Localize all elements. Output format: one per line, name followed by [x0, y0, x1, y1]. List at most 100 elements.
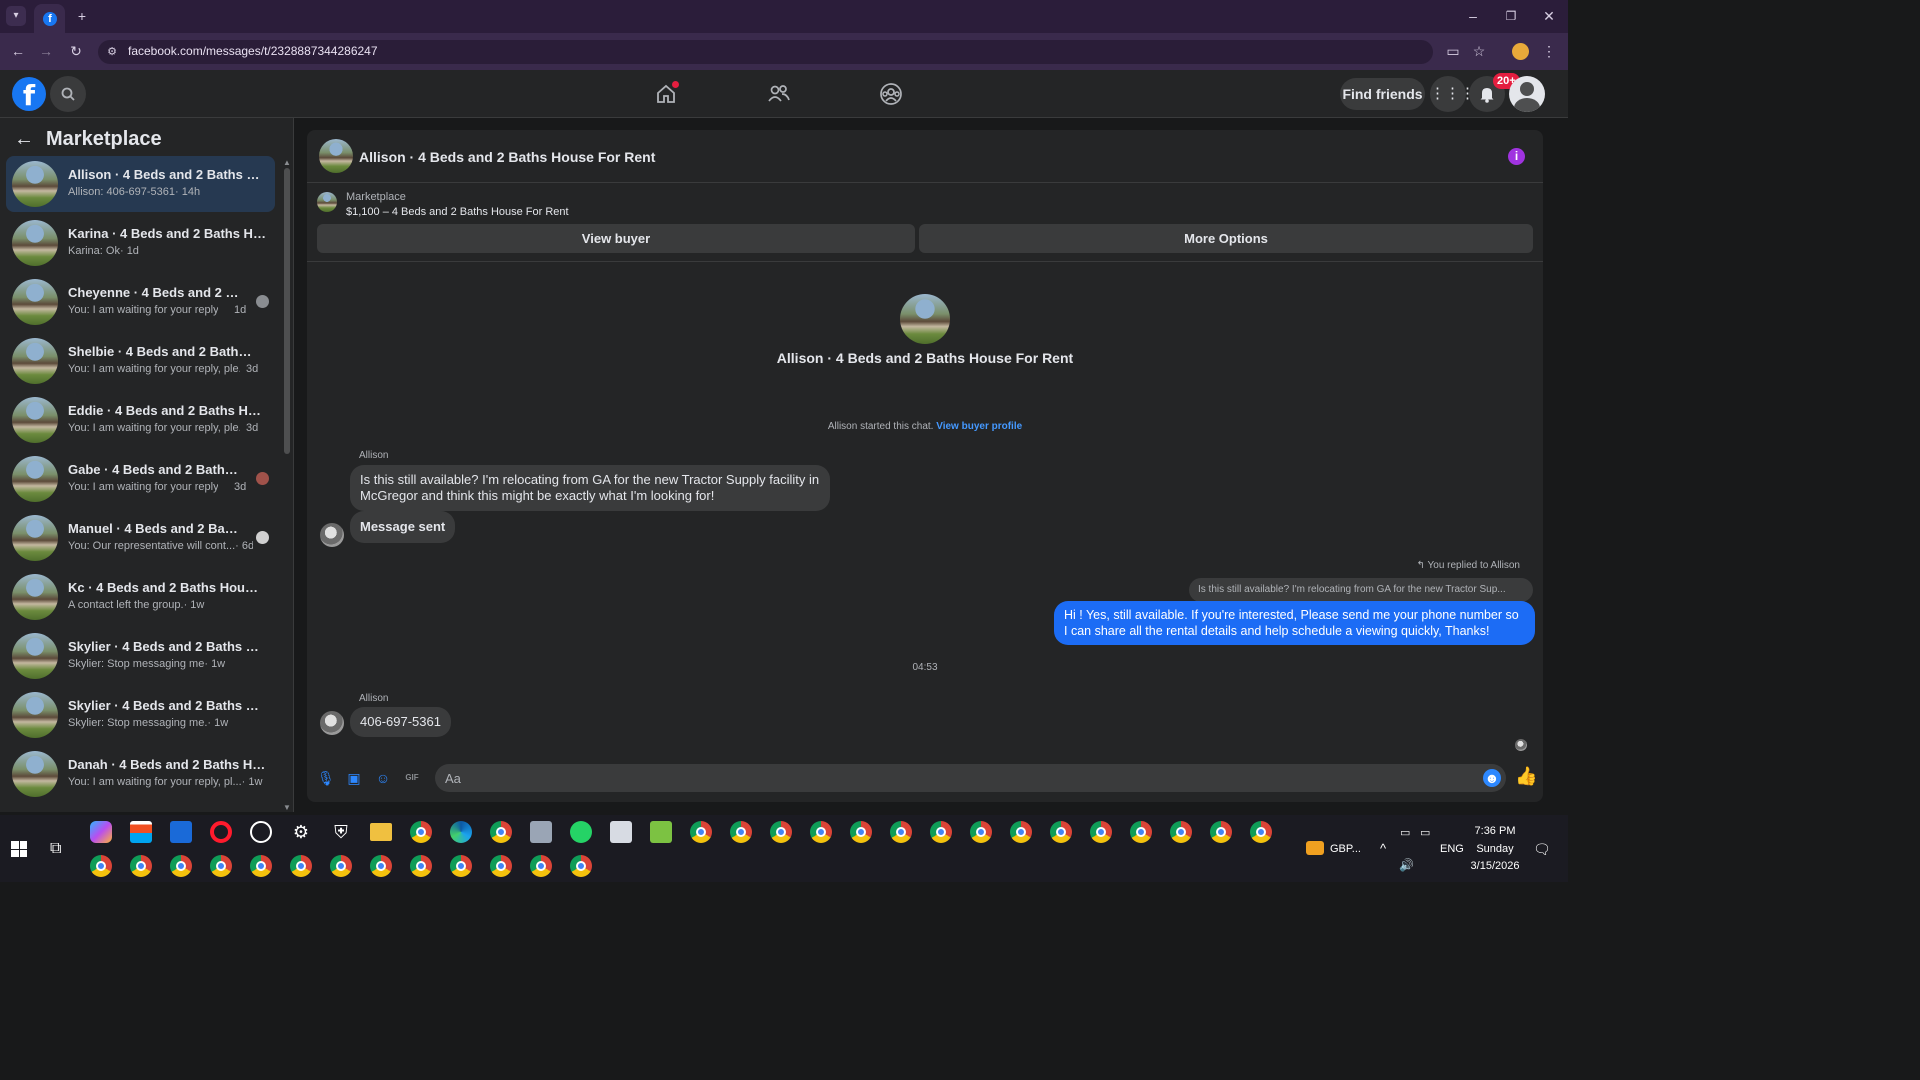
edge-icon[interactable]: [450, 821, 472, 843]
conversation-item-manuel[interactable]: Manuel · 4 Beds and 2 Baths House For Re…: [6, 510, 275, 566]
minimize-icon[interactable]: –: [1466, 9, 1480, 23]
conversation-item-kc[interactable]: Kc · 4 Beds and 2 Baths House For Rent A…: [6, 569, 275, 625]
notification-center-icon[interactable]: 🗨: [1533, 841, 1551, 858]
conversation-item-skylier-2[interactable]: Skylier · 4 Beds and 2 Baths House For R…: [6, 687, 275, 743]
outgoing-message[interactable]: Hi ! Yes, still available. If you're int…: [1054, 601, 1535, 645]
clock-date[interactable]: 3/15/2026: [1466, 860, 1524, 872]
chrome-profile-icon[interactable]: [290, 855, 312, 877]
opera-icon[interactable]: [210, 821, 232, 843]
settings-gear-icon[interactable]: ⚙: [290, 821, 312, 843]
sticker-icon[interactable]: ☺: [375, 770, 391, 786]
chrome-profile-icon[interactable]: [850, 821, 872, 843]
conversation-item-danah[interactable]: Danah · 4 Beds and 2 Baths House For Ren…: [6, 746, 275, 802]
chrome-profile-icon[interactable]: [530, 855, 552, 877]
message-input[interactable]: [435, 764, 1506, 792]
gif-icon[interactable]: GIF: [404, 770, 420, 786]
sender-avatar[interactable]: [320, 711, 344, 735]
find-friends-button[interactable]: Find friends: [1340, 78, 1425, 110]
chrome-profile-icon[interactable]: [1210, 821, 1232, 843]
incoming-message[interactable]: Message sent: [350, 511, 456, 543]
chrome-icon[interactable]: [410, 821, 432, 843]
chrome-profile-icon[interactable]: [1130, 821, 1152, 843]
conversation-item-allison[interactable]: Allison · 4 Beds and 2 Baths House For R…: [6, 156, 275, 212]
chatgpt-icon[interactable]: [250, 821, 272, 843]
show-hidden-icons[interactable]: ^: [1380, 841, 1386, 856]
store-icon[interactable]: [130, 821, 152, 843]
install-app-icon[interactable]: ▭: [1446, 44, 1460, 58]
chrome-profile-icon[interactable]: [490, 855, 512, 877]
chrome-profile-icon[interactable]: [890, 821, 912, 843]
chrome-profile-icon[interactable]: [210, 855, 232, 877]
chat-header-avatar[interactable]: [319, 139, 353, 173]
conversation-list-scrollbar[interactable]: [284, 168, 290, 454]
account-avatar[interactable]: [1509, 76, 1545, 112]
view-buyer-profile-link[interactable]: View buyer profile: [936, 421, 1022, 432]
currency-widget-text[interactable]: GBP...: [1330, 843, 1361, 855]
chrome-profile-icon[interactable]: [490, 821, 512, 843]
groups-icon[interactable]: [879, 82, 903, 106]
chrome-profile-icon[interactable]: [170, 855, 192, 877]
profile-avatar-icon[interactable]: [1512, 43, 1529, 60]
language-indicator[interactable]: ENG: [1440, 843, 1464, 855]
chrome-profile-icon[interactable]: [250, 855, 272, 877]
windows-start-icon[interactable]: [11, 841, 27, 857]
site-info-icon[interactable]: ⚙: [106, 45, 118, 59]
like-thumb-icon[interactable]: 👍: [1515, 767, 1537, 785]
menu-grid-icon[interactable]: ⋮⋮⋮: [1430, 76, 1475, 112]
scroll-up-icon[interactable]: ▲: [283, 158, 291, 167]
tab-list-icon[interactable]: ▾: [6, 6, 26, 26]
chrome-profile-icon[interactable]: [730, 821, 752, 843]
conversation-item-karina[interactable]: Karina · 4 Beds and 2 Baths House For Re…: [6, 215, 275, 271]
chrome-profile-icon[interactable]: [1010, 821, 1032, 843]
facebook-logo-icon[interactable]: f: [12, 77, 46, 112]
emoji-icon[interactable]: ☻: [1483, 769, 1501, 787]
conversation-item-cheyenne[interactable]: Cheyenne · 4 Beds and 2 Baths House For …: [6, 274, 275, 330]
network-icon[interactable]: ▭: [1400, 826, 1410, 839]
conversation-item-gabe[interactable]: Gabe · 4 Beds and 2 Baths House For Rent…: [6, 451, 275, 507]
clock-day[interactable]: Sunday: [1470, 843, 1520, 855]
bookmark-star-icon[interactable]: ☆: [1472, 44, 1486, 58]
forward-icon[interactable]: →: [38, 44, 54, 58]
incoming-message[interactable]: Is this still available? I'm relocating …: [350, 465, 830, 511]
photo-icon[interactable]: ▣: [346, 770, 362, 786]
message-input-placeholder[interactable]: Aa: [445, 771, 461, 786]
copilot-icon[interactable]: [90, 821, 112, 843]
chrome-profile-icon[interactable]: [370, 855, 392, 877]
conversation-item-skylier[interactable]: Skylier · 4 Beds and 2 Baths House For R…: [6, 628, 275, 684]
app-icon[interactable]: [530, 821, 552, 843]
clock-time[interactable]: 7:36 PM: [1470, 825, 1520, 837]
browser-tab[interactable]: f: [34, 4, 65, 33]
new-tab-icon[interactable]: +: [74, 9, 90, 23]
app-icon[interactable]: [650, 821, 672, 843]
reload-icon[interactable]: ↻: [68, 44, 84, 58]
chrome-profile-icon[interactable]: [1090, 821, 1112, 843]
home-icon[interactable]: [655, 81, 679, 105]
app-icon[interactable]: [610, 821, 632, 843]
chrome-profile-icon[interactable]: [570, 855, 592, 877]
currency-widget-icon[interactable]: [1306, 841, 1324, 855]
incoming-message[interactable]: 406-697-5361: [350, 707, 451, 737]
listing-title[interactable]: $1,100 – 4 Beds and 2 Baths House For Re…: [346, 206, 569, 218]
scroll-down-icon[interactable]: ▼: [283, 803, 291, 812]
chrome-profile-icon[interactable]: [450, 855, 472, 877]
chrome-profile-icon[interactable]: [410, 855, 432, 877]
volume-icon[interactable]: 🔊: [1399, 858, 1414, 872]
display-icon[interactable]: ▭: [1420, 826, 1430, 839]
chrome-profile-icon[interactable]: [930, 821, 952, 843]
search-icon[interactable]: [50, 76, 86, 112]
listing-thumbnail[interactable]: [317, 192, 337, 212]
chrome-profile-icon[interactable]: [1250, 821, 1272, 843]
more-options-button[interactable]: More Options: [919, 224, 1533, 253]
restore-icon[interactable]: ❐: [1504, 9, 1518, 23]
chrome-profile-icon[interactable]: [1170, 821, 1192, 843]
url-text[interactable]: facebook.com/messages/t/2328887344286247: [128, 44, 378, 58]
view-buyer-button[interactable]: View buyer: [317, 224, 915, 253]
whatsapp-icon[interactable]: [570, 821, 592, 843]
chrome-profile-icon[interactable]: [810, 821, 832, 843]
chrome-profile-icon[interactable]: [330, 855, 352, 877]
chrome-profile-icon[interactable]: [1050, 821, 1072, 843]
browser-menu-icon[interactable]: ⋮: [1542, 44, 1556, 58]
chrome-profile-icon[interactable]: [970, 821, 992, 843]
friends-icon[interactable]: [767, 83, 791, 105]
back-icon[interactable]: ←: [10, 44, 26, 58]
